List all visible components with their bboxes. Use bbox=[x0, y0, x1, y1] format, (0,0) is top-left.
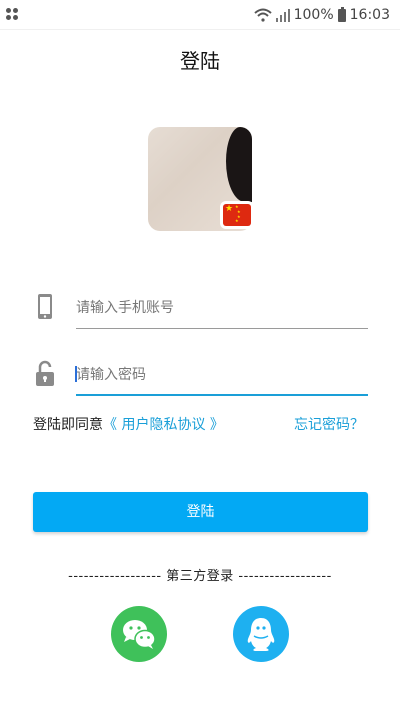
page-title: 登陆 bbox=[180, 49, 220, 73]
china-flag-icon[interactable]: ★ ★ ★ ★ ★ bbox=[220, 201, 254, 229]
status-indicators: 100% 16:03 bbox=[253, 6, 390, 24]
phone-underline bbox=[76, 328, 368, 329]
agreement-row: 登陆即同意《 用户隐私协议 》 忘记密码？ bbox=[33, 414, 368, 434]
forgot-password-link[interactable]: 忘记密码？ bbox=[294, 414, 364, 434]
signal-icon bbox=[275, 8, 290, 22]
phone-field bbox=[33, 289, 368, 329]
phone-input[interactable] bbox=[76, 289, 368, 327]
password-input[interactable] bbox=[76, 356, 368, 394]
text-caret bbox=[75, 366, 77, 382]
wechat-icon bbox=[123, 620, 156, 649]
password-field bbox=[33, 356, 368, 396]
notification-dots-icon bbox=[6, 8, 20, 22]
clock: 16:03 bbox=[349, 7, 390, 23]
phone-icon bbox=[38, 294, 52, 319]
avatar-photo bbox=[226, 127, 252, 202]
status-bar: 100% 16:03 bbox=[0, 0, 400, 30]
password-underline bbox=[76, 394, 368, 396]
battery-icon bbox=[337, 6, 346, 22]
qq-icon bbox=[247, 618, 275, 651]
privacy-policy-link[interactable]: 《 用户隐私协议 》 bbox=[103, 417, 224, 433]
wechat-login-button[interactable] bbox=[111, 606, 167, 662]
battery-percent: 100% bbox=[293, 7, 334, 23]
third-party-title: ------------------ 第三方登录 ---------------… bbox=[68, 569, 332, 584]
agreement-prefix: 登陆即同意 bbox=[33, 417, 103, 433]
wifi-icon bbox=[253, 8, 272, 22]
qq-login-button[interactable] bbox=[233, 606, 289, 662]
login-button[interactable]: 登陆 bbox=[33, 492, 368, 532]
lock-icon bbox=[36, 360, 54, 386]
